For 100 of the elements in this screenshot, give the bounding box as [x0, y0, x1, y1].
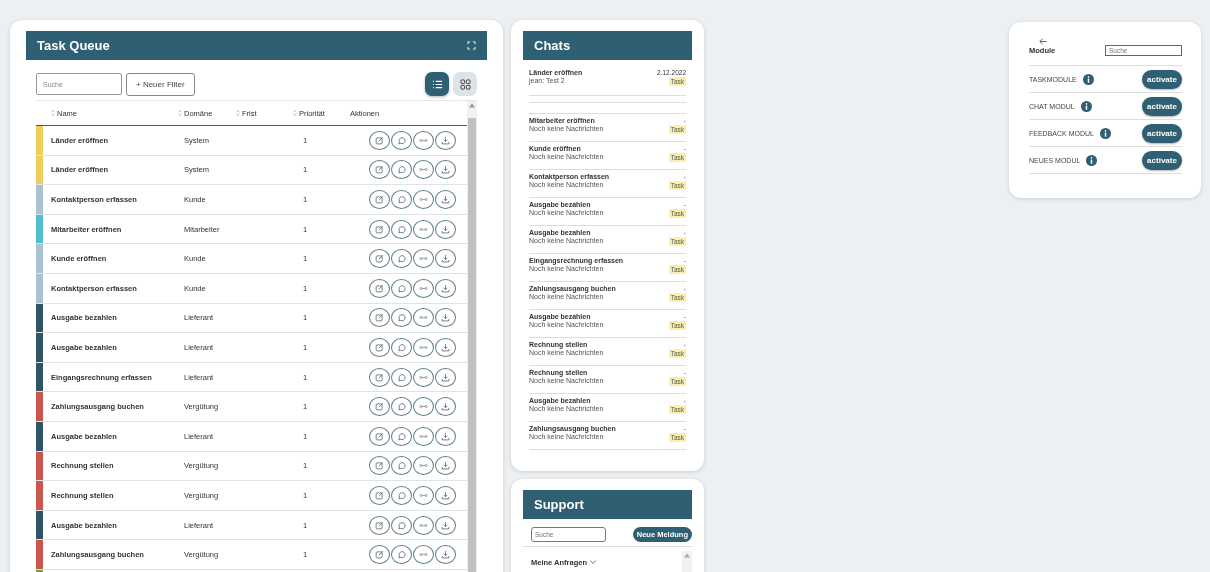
comment-button[interactable] [391, 249, 412, 269]
comment-button[interactable] [391, 485, 412, 505]
download-button[interactable] [435, 456, 456, 476]
download-icon [441, 520, 450, 530]
new-filter-button[interactable]: + Neuer Filter [126, 72, 195, 96]
edit-button[interactable] [369, 367, 390, 387]
comment-button[interactable] [391, 190, 412, 209]
link-button[interactable] [413, 545, 434, 565]
edit-button[interactable] [369, 515, 390, 535]
link-button[interactable] [413, 337, 434, 357]
download-icon [441, 431, 450, 441]
download-button[interactable] [435, 515, 456, 535]
scroll-up-arrow-icon[interactable] [684, 553, 690, 558]
comment-button[interactable] [391, 308, 412, 328]
download-icon [441, 372, 450, 382]
chat-bubble-icon [397, 372, 406, 382]
edit-button[interactable] [369, 397, 390, 417]
comment-button[interactable] [391, 367, 412, 387]
activate-button[interactable]: activate [1142, 150, 1182, 170]
chat-bubble-icon [397, 135, 406, 145]
link-button[interactable] [413, 190, 434, 209]
scrollbar[interactable] [682, 551, 692, 572]
chevron-icon [590, 560, 596, 564]
edit-icon [375, 372, 384, 382]
edit-button[interactable] [369, 456, 390, 476]
link-button[interactable] [413, 249, 434, 269]
edit-button[interactable] [369, 130, 390, 150]
link-button[interactable] [413, 485, 434, 505]
activate-button[interactable]: activate [1142, 69, 1182, 89]
comment-button[interactable] [391, 397, 412, 417]
list-view-button[interactable] [425, 72, 449, 96]
edit-button[interactable] [369, 337, 390, 357]
link-button[interactable] [413, 426, 434, 446]
edit-button[interactable] [369, 160, 390, 180]
scrollbar[interactable] [467, 101, 477, 572]
chat-bubble-icon [397, 224, 406, 234]
download-button[interactable] [435, 130, 456, 150]
download-button[interactable] [435, 545, 456, 565]
link-button[interactable] [413, 130, 434, 150]
edit-button[interactable] [369, 190, 390, 209]
back-arrow-icon[interactable] [1039, 38, 1047, 45]
comment-button[interactable] [391, 160, 412, 180]
link-button[interactable] [413, 308, 434, 328]
download-icon [441, 195, 450, 204]
scroll-up-arrow-icon[interactable] [469, 103, 475, 108]
download-button[interactable] [435, 426, 456, 446]
info-icon[interactable] [1080, 100, 1092, 112]
chat-bubble-icon [397, 550, 406, 560]
edit-icon [375, 195, 384, 204]
link-button[interactable] [413, 367, 434, 387]
edit-button[interactable] [369, 278, 390, 298]
activate-button[interactable]: activate [1142, 123, 1182, 143]
comment-button[interactable] [391, 337, 412, 357]
download-button[interactable] [435, 278, 456, 298]
link-button[interactable] [413, 278, 434, 298]
edit-button[interactable] [369, 485, 390, 505]
download-icon [441, 550, 450, 560]
edit-icon [375, 490, 384, 500]
activate-button[interactable]: activate [1142, 96, 1182, 116]
edit-button[interactable] [369, 426, 390, 446]
chat-bubble-icon [397, 313, 406, 323]
comment-button[interactable] [391, 545, 412, 565]
download-button[interactable] [435, 397, 456, 417]
edit-button[interactable] [369, 545, 390, 565]
download-button[interactable] [435, 308, 456, 328]
info-icon[interactable] [1086, 154, 1098, 166]
link-button[interactable] [413, 160, 434, 180]
edit-icon [375, 550, 384, 560]
download-button[interactable] [435, 219, 456, 239]
edit-button[interactable] [369, 219, 390, 239]
support-title: Support [534, 497, 584, 512]
download-button[interactable] [435, 367, 456, 387]
edit-button[interactable] [369, 249, 390, 269]
download-button[interactable] [435, 190, 456, 209]
download-button[interactable] [435, 485, 456, 505]
grid-view-button[interactable] [453, 72, 477, 96]
edit-button[interactable] [369, 308, 390, 328]
download-icon [441, 135, 450, 145]
comment-button[interactable] [391, 219, 412, 239]
link-button[interactable] [413, 515, 434, 535]
comment-button[interactable] [391, 515, 412, 535]
link-button[interactable] [413, 397, 434, 417]
comment-button[interactable] [391, 130, 412, 150]
info-icon[interactable] [1099, 127, 1111, 139]
download-button[interactable] [435, 160, 456, 180]
comment-button[interactable] [391, 456, 412, 476]
fullscreen-icon[interactable] [467, 41, 476, 50]
chat-bubble-icon [397, 342, 406, 352]
info-icon[interactable] [1082, 73, 1094, 85]
link-button[interactable] [413, 219, 434, 239]
download-icon [441, 283, 450, 293]
chats-title: Chats [534, 38, 571, 53]
download-button[interactable] [435, 337, 456, 357]
comment-button[interactable] [391, 426, 412, 446]
list-icon [431, 78, 443, 90]
link-button[interactable] [413, 456, 434, 476]
comment-button[interactable] [391, 278, 412, 298]
chat-bubble-icon [397, 461, 406, 471]
grid-icon [459, 78, 471, 90]
download-button[interactable] [435, 249, 456, 269]
